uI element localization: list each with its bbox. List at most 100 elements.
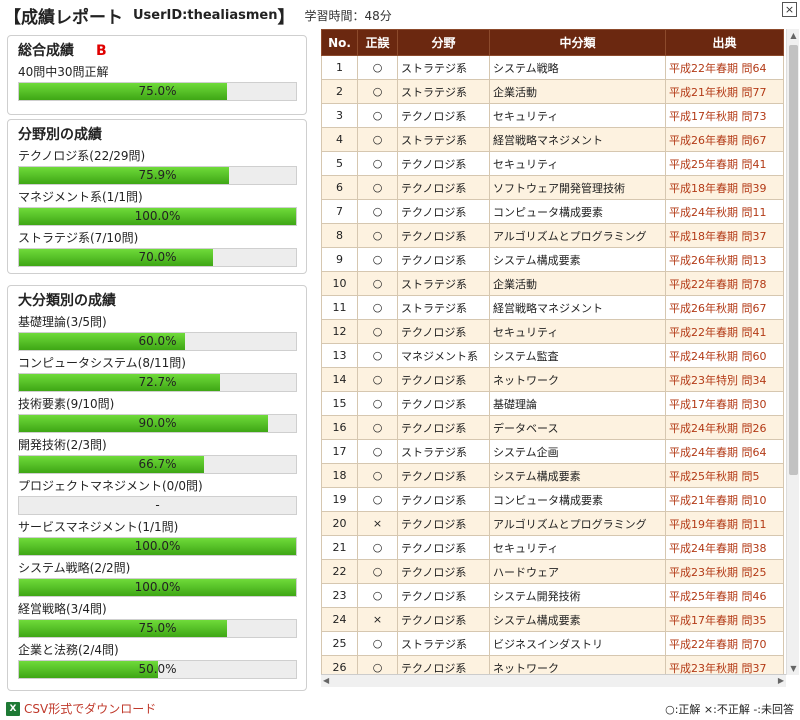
row-field: テクノロジ系 [397, 151, 490, 176]
horizontal-scrollbar[interactable]: ◀ ▶ [321, 675, 786, 687]
table-row[interactable]: 11 ○ ストラテジ系 経営戦略マネジメント 平成26年秋期 問67 [321, 295, 784, 320]
row-source[interactable]: 平成24年春期 問38 [665, 535, 784, 560]
row-source[interactable]: 平成21年春期 問10 [665, 487, 784, 512]
overall-progress-bar: 75.0% [18, 82, 297, 101]
table-row[interactable]: 7 ○ テクノロジ系 コンピュータ構成要素 平成24年秋期 問11 [321, 199, 784, 224]
category-item: サービスマネジメント(1/1問) 100.0% [18, 518, 297, 556]
row-source[interactable]: 平成23年特別 問34 [665, 367, 784, 392]
row-source[interactable]: 平成24年秋期 問60 [665, 343, 784, 368]
row-source[interactable]: 平成22年春期 問78 [665, 271, 784, 296]
row-source[interactable]: 平成25年秋期 問5 [665, 463, 784, 488]
row-field: テクノロジ系 [397, 607, 490, 632]
table-row[interactable]: 5 ○ テクノロジ系 セキュリティ 平成25年春期 問41 [321, 151, 784, 176]
row-result: ○ [357, 367, 398, 392]
results-table: No. 正誤 分野 中分類 出典 1 ○ ストラテジ系 システム戦略 平成22年春期 問64 2 ○… [321, 29, 784, 674]
row-number: 2 [321, 79, 358, 104]
table-row[interactable]: 8 ○ テクノロジ系 アルゴリズムとプログラミング 平成18年春期 問37 [321, 223, 784, 248]
row-source[interactable]: 平成22年春期 問64 [665, 55, 784, 80]
col-result-header[interactable]: 正誤 [357, 29, 398, 56]
col-field-header[interactable]: 分野 [397, 29, 490, 56]
title-bracket-close: 】 [277, 7, 295, 28]
csv-download-label[interactable]: CSV形式でダウンロード [24, 700, 156, 717]
row-source[interactable]: 平成26年秋期 問13 [665, 247, 784, 272]
row-number: 16 [321, 415, 358, 440]
row-source[interactable]: 平成17年春期 問30 [665, 391, 784, 416]
row-source[interactable]: 平成23年秋期 問25 [665, 559, 784, 584]
row-subcategory: アルゴリズムとプログラミング [489, 223, 666, 248]
row-source[interactable]: 平成25年春期 問41 [665, 151, 784, 176]
table-row[interactable]: 15 ○ テクノロジ系 基礎理論 平成17年春期 問30 [321, 391, 784, 416]
category-item: 開発技術(2/3問) 66.7% [18, 436, 297, 474]
field-progress-bar: 100.0% [18, 207, 297, 226]
row-source[interactable]: 平成18年春期 問37 [665, 223, 784, 248]
col-source-header[interactable]: 出典 [665, 29, 784, 56]
scroll-thumb[interactable] [789, 45, 798, 475]
table-row[interactable]: 23 ○ テクノロジ系 システム開発技術 平成25年春期 問46 [321, 583, 784, 608]
table-row[interactable]: 1 ○ ストラテジ系 システム戦略 平成22年春期 問64 [321, 55, 784, 80]
row-result: ○ [357, 103, 398, 128]
row-result: ○ [357, 535, 398, 560]
row-source[interactable]: 平成24年春期 問64 [665, 439, 784, 464]
table-row[interactable]: 20 × テクノロジ系 アルゴリズムとプログラミング 平成19年春期 問11 [321, 511, 784, 536]
table-row[interactable]: 18 ○ テクノロジ系 システム構成要素 平成25年秋期 問5 [321, 463, 784, 488]
table-row[interactable]: 21 ○ テクノロジ系 セキュリティ 平成24年春期 問38 [321, 535, 784, 560]
col-no-header[interactable]: No. [321, 29, 358, 56]
row-source[interactable]: 平成25年春期 問46 [665, 583, 784, 608]
row-subcategory: 経営戦略マネジメント [489, 127, 666, 152]
row-field: ストラテジ系 [397, 295, 490, 320]
row-field: テクノロジ系 [397, 175, 490, 200]
table-row[interactable]: 4 ○ ストラテジ系 経営戦略マネジメント 平成26年春期 問67 [321, 127, 784, 152]
row-field: テクノロジ系 [397, 391, 490, 416]
row-source[interactable]: 平成22年春期 問70 [665, 631, 784, 656]
table-row[interactable]: 19 ○ テクノロジ系 コンピュータ構成要素 平成21年春期 問10 [321, 487, 784, 512]
row-result: ○ [357, 415, 398, 440]
table-row[interactable]: 3 ○ テクノロジ系 セキュリティ 平成17年秋期 問73 [321, 103, 784, 128]
row-source[interactable]: 平成22年春期 問41 [665, 319, 784, 344]
table-row[interactable]: 16 ○ テクノロジ系 データベース 平成24年秋期 問26 [321, 415, 784, 440]
row-source[interactable]: 平成18年春期 問39 [665, 175, 784, 200]
row-source[interactable]: 平成19年春期 問11 [665, 511, 784, 536]
scroll-right-icon[interactable]: ▶ [778, 675, 784, 687]
row-source[interactable]: 平成17年秋期 問73 [665, 103, 784, 128]
table-row[interactable]: 25 ○ ストラテジ系 ビジネスインダストリ 平成22年春期 問70 [321, 631, 784, 656]
row-source[interactable]: 平成17年春期 問35 [665, 607, 784, 632]
row-field: テクノロジ系 [397, 511, 490, 536]
row-number: 4 [321, 127, 358, 152]
row-source[interactable]: 平成24年秋期 問11 [665, 199, 784, 224]
row-source[interactable]: 平成23年秋期 問37 [665, 655, 784, 674]
field-progress-text: 70.0% [138, 250, 177, 264]
row-source[interactable]: 平成26年秋期 問67 [665, 295, 784, 320]
table-body: 1 ○ ストラテジ系 システム戦略 平成22年春期 問64 2 ○ ストラテジ系 企業活動 平成2… [321, 55, 784, 674]
table-row[interactable]: 26 ○ テクノロジ系 ネットワーク 平成23年秋期 問37 [321, 655, 784, 674]
scroll-down-icon[interactable]: ▼ [787, 662, 800, 675]
row-number: 9 [321, 247, 358, 272]
category-item: 企業と法務(2/4問) 50.0% [18, 641, 297, 679]
row-result: ○ [357, 127, 398, 152]
close-button[interactable]: × [782, 2, 797, 17]
row-result: ○ [357, 175, 398, 200]
csv-download-link[interactable]: X CSV形式でダウンロード [6, 700, 156, 717]
table-row[interactable]: 6 ○ テクノロジ系 ソフトウェア開発管理技術 平成18年春期 問39 [321, 175, 784, 200]
table-row[interactable]: 14 ○ テクノロジ系 ネットワーク 平成23年特別 問34 [321, 367, 784, 392]
table-row[interactable]: 12 ○ テクノロジ系 セキュリティ 平成22年春期 問41 [321, 319, 784, 344]
row-source[interactable]: 平成21年秋期 問77 [665, 79, 784, 104]
table-row[interactable]: 24 × テクノロジ系 システム構成要素 平成17年春期 問35 [321, 607, 784, 632]
scroll-up-icon[interactable]: ▲ [787, 29, 800, 42]
table-row[interactable]: 13 ○ マネジメント系 システム監査 平成24年秋期 問60 [321, 343, 784, 368]
row-source[interactable]: 平成26年春期 問67 [665, 127, 784, 152]
table-row[interactable]: 9 ○ テクノロジ系 システム構成要素 平成26年秋期 問13 [321, 247, 784, 272]
row-source[interactable]: 平成24年秋期 問26 [665, 415, 784, 440]
category-progress-text: 60.0% [138, 334, 177, 348]
row-number: 11 [321, 295, 358, 320]
row-number: 5 [321, 151, 358, 176]
table-row[interactable]: 17 ○ ストラテジ系 システム企画 平成24年春期 問64 [321, 439, 784, 464]
row-result: ○ [357, 79, 398, 104]
category-label: 経営戦略(3/4問) [18, 602, 107, 616]
vertical-scrollbar[interactable]: ▲ ▼ [786, 29, 799, 675]
scroll-left-icon[interactable]: ◀ [323, 675, 329, 687]
table-row[interactable]: 2 ○ ストラテジ系 企業活動 平成21年秋期 問77 [321, 79, 784, 104]
row-field: テクノロジ系 [397, 463, 490, 488]
table-row[interactable]: 22 ○ テクノロジ系 ハードウェア 平成23年秋期 問25 [321, 559, 784, 584]
col-subcategory-header[interactable]: 中分類 [489, 29, 666, 56]
table-row[interactable]: 10 ○ ストラテジ系 企業活動 平成22年春期 問78 [321, 271, 784, 296]
